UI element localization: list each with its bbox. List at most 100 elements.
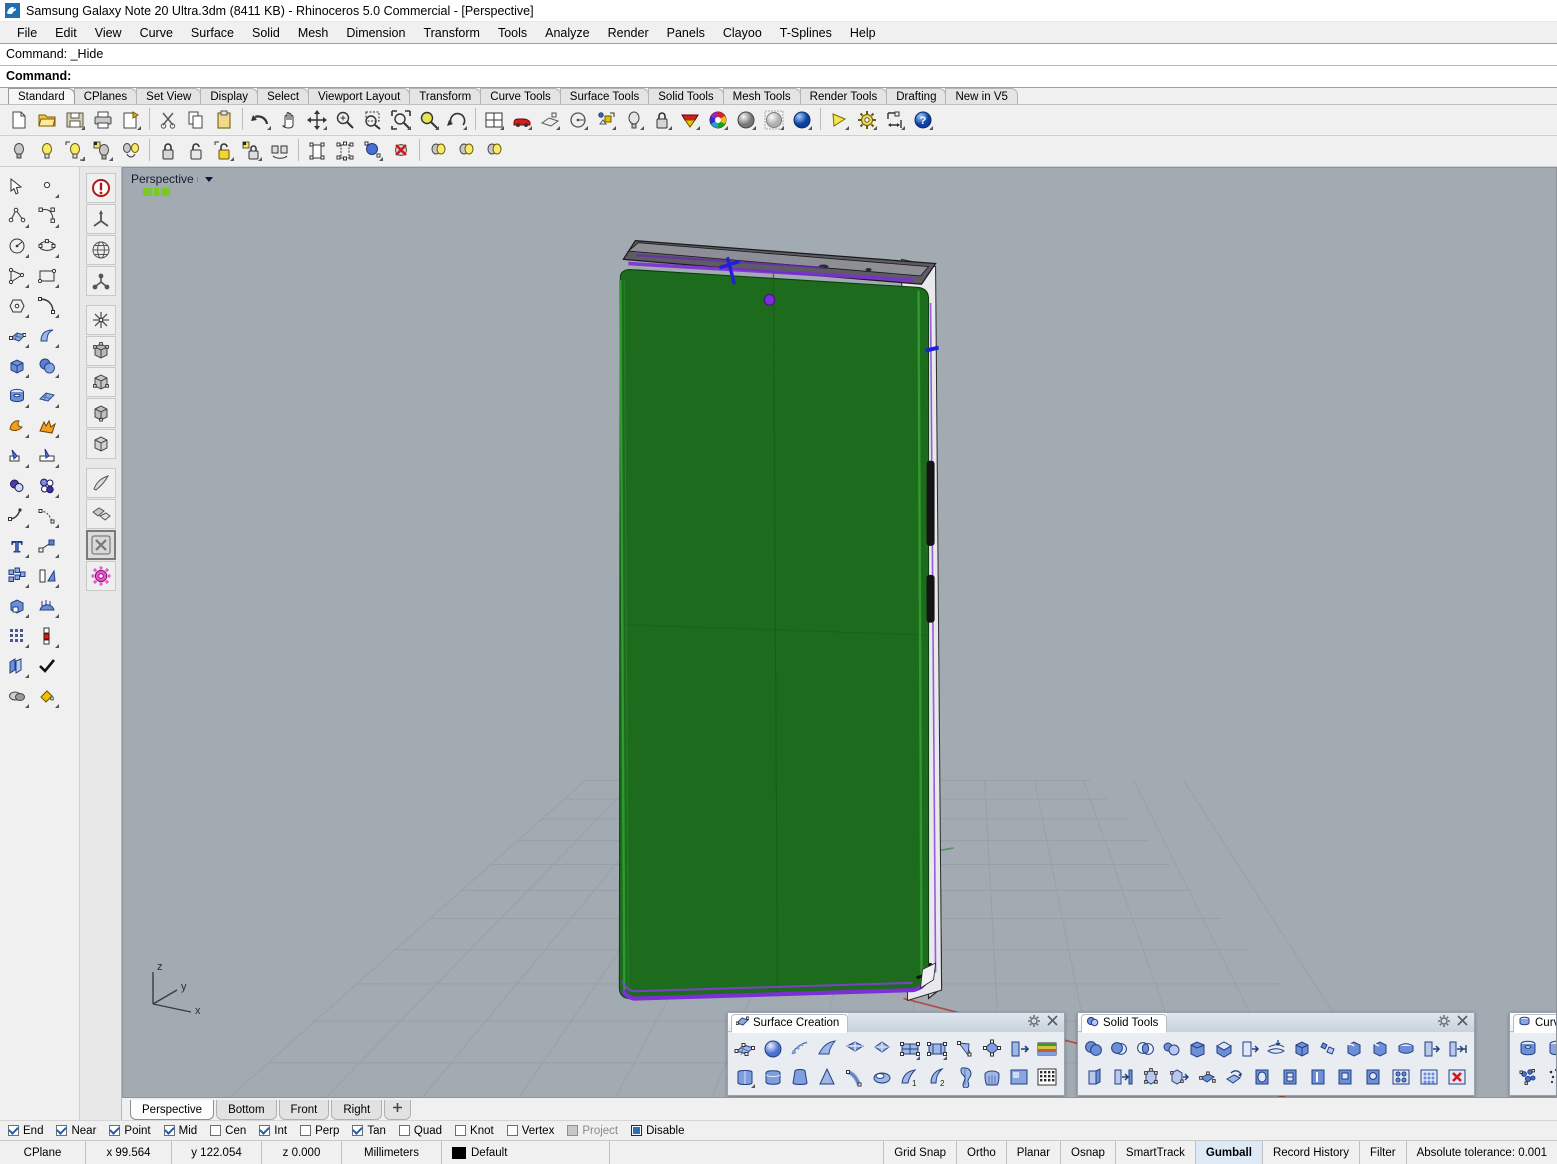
toolbar-tab-transform[interactable]: Transform <box>409 88 482 104</box>
curve-tools-panel[interactable]: Curv <box>1509 1012 1556 1096</box>
viewport-tab-add[interactable] <box>384 1100 412 1120</box>
status-toggle-ortho[interactable]: Ortho <box>957 1141 1007 1164</box>
lock-icon[interactable] <box>649 107 675 133</box>
menu-panels[interactable]: Panels <box>658 24 714 42</box>
checkbox-icon[interactable] <box>259 1125 271 1136</box>
extrude-along-curve-icon[interactable] <box>842 1063 868 1091</box>
status-toggle-osnap[interactable]: Osnap <box>1061 1141 1116 1164</box>
text-object-icon[interactable]: T <box>3 532 31 560</box>
toolbar-tab-select[interactable]: Select <box>257 88 310 104</box>
surface-creation-panel-tab[interactable]: Surface Creation <box>731 1013 849 1033</box>
checkbox-icon[interactable] <box>56 1125 68 1136</box>
point-grid-surface-icon[interactable] <box>1034 1063 1060 1091</box>
viewport-label[interactable]: Perspective <box>131 172 213 186</box>
checkbox-icon[interactable] <box>567 1125 579 1136</box>
menu-render[interactable]: Render <box>599 24 658 42</box>
tspline-box-a-icon[interactable] <box>85 336 116 366</box>
unlock-layer-icon[interactable] <box>183 138 209 164</box>
tspline-convert-icon[interactable] <box>85 173 116 203</box>
tspline-globe-icon[interactable] <box>85 235 116 265</box>
sweep-1-rail-icon[interactable]: 1 <box>897 1063 923 1091</box>
hexagon-icon[interactable] <box>3 292 31 320</box>
layer-on-selected-icon[interactable] <box>62 138 88 164</box>
checkbox-icon[interactable] <box>455 1125 467 1136</box>
print-icon[interactable] <box>90 107 116 133</box>
tspline-pull-icon[interactable] <box>85 468 116 498</box>
paste-icon[interactable] <box>211 107 237 133</box>
fold-face-icon[interactable] <box>1304 1063 1331 1091</box>
lock-toggle-icon[interactable] <box>239 138 265 164</box>
shaded-sphere-icon[interactable] <box>733 107 759 133</box>
open-file-icon[interactable] <box>34 107 60 133</box>
osnap-point[interactable]: Point <box>109 1125 151 1137</box>
new-file-icon[interactable] <box>6 107 32 133</box>
menu-clayoo[interactable]: Clayoo <box>714 24 771 42</box>
chevron-down-icon[interactable] <box>196 176 213 182</box>
checkbox-icon[interactable] <box>506 1125 518 1136</box>
extract-wireframe-icon[interactable] <box>1110 1063 1137 1091</box>
planar-surface-icon[interactable] <box>33 382 61 410</box>
move-edge-icon[interactable] <box>1193 1063 1220 1091</box>
arc-icon[interactable] <box>33 292 61 320</box>
merge-faces-icon[interactable] <box>1315 1035 1340 1063</box>
toolbar-tab-surface-tools[interactable]: Surface Tools <box>559 88 650 104</box>
solid-tools-panel-tab[interactable]: Solid Tools <box>1081 1013 1168 1033</box>
light-c-icon[interactable] <box>481 138 507 164</box>
toolbar-tab-drafting[interactable]: Drafting <box>886 88 947 104</box>
edge-curves-3-icon[interactable] <box>924 1035 950 1063</box>
osnap-end[interactable]: End <box>8 1125 43 1137</box>
loft-surface-icon[interactable] <box>33 322 61 350</box>
boolean-union-icon[interactable] <box>3 412 31 440</box>
command-input[interactable]: Command: <box>0 66 1557 88</box>
checkbox-icon[interactable] <box>631 1125 643 1136</box>
layers-panel-icon[interactable] <box>677 107 703 133</box>
toolbar-tab-new-in-v5[interactable]: New in V5 <box>945 88 1018 104</box>
delete-hole-icon[interactable] <box>1443 1063 1470 1091</box>
gear-icon[interactable] <box>1028 1014 1040 1030</box>
cap-planar-holes-icon[interactable] <box>1212 1035 1237 1063</box>
zoom-extents-icon[interactable] <box>388 107 414 133</box>
checkbox-icon[interactable] <box>210 1125 222 1136</box>
toolbar-tab-render-tools[interactable]: Render Tools <box>799 88 888 104</box>
layer-off-icon[interactable] <box>6 138 32 164</box>
rail-revolve-icon[interactable] <box>951 1063 977 1091</box>
menu-tools[interactable]: Tools <box>489 24 536 42</box>
trim-icon[interactable] <box>3 442 31 470</box>
shade-icon[interactable] <box>537 107 563 133</box>
extrude-icon[interactable] <box>3 592 31 620</box>
chamfer-edge-icon[interactable] <box>1367 1035 1392 1063</box>
status-toggle-grid-snap[interactable]: Grid Snap <box>884 1141 958 1164</box>
grid-holes-icon[interactable] <box>1415 1063 1442 1091</box>
select-points-icon[interactable] <box>332 138 358 164</box>
boolean-two-objects-icon[interactable] <box>1186 1035 1211 1063</box>
osnap-knot[interactable]: Knot <box>455 1125 494 1137</box>
copy-object-icon[interactable] <box>3 652 31 680</box>
toolbar-tab-cplanes[interactable]: CPlanes <box>73 88 138 104</box>
undo-icon[interactable] <box>248 107 274 133</box>
osnap-project[interactable]: Project <box>567 1125 618 1137</box>
help-icon[interactable]: ? <box>910 107 936 133</box>
layer-bulb-icon[interactable] <box>621 107 647 133</box>
save-file-icon[interactable] <box>62 107 88 133</box>
deselect-all-icon[interactable] <box>388 138 414 164</box>
light-cone-icon[interactable] <box>826 107 852 133</box>
ellipse-icon[interactable] <box>33 232 61 260</box>
curve-tools-panel-header[interactable]: Curv <box>1510 1013 1556 1033</box>
surface-from-mesh-icon[interactable] <box>1006 1063 1032 1091</box>
curve-network-icon[interactable] <box>979 1035 1005 1063</box>
fillet-icon[interactable] <box>3 472 31 500</box>
ghosted-sphere-icon[interactable] <box>761 107 787 133</box>
layer-on-icon[interactable] <box>34 138 60 164</box>
sphere-icon[interactable] <box>33 352 61 380</box>
osnap-mid[interactable]: Mid <box>163 1125 197 1137</box>
solid-shell-icon[interactable] <box>1082 1063 1109 1091</box>
patch-surface-icon[interactable] <box>814 1035 840 1063</box>
boolean-difference-icon[interactable] <box>1108 1035 1133 1063</box>
box-icon[interactable] <box>3 352 31 380</box>
menu-transform[interactable]: Transform <box>414 24 489 42</box>
cylinder-a-icon[interactable] <box>1514 1035 1542 1063</box>
sweep-2-rail-icon[interactable]: 2 <box>924 1063 950 1091</box>
move-icon[interactable] <box>304 107 330 133</box>
extrude-cone-icon[interactable] <box>814 1063 840 1091</box>
surface-creation-panel-header[interactable]: Surface Creation <box>728 1012 1064 1033</box>
